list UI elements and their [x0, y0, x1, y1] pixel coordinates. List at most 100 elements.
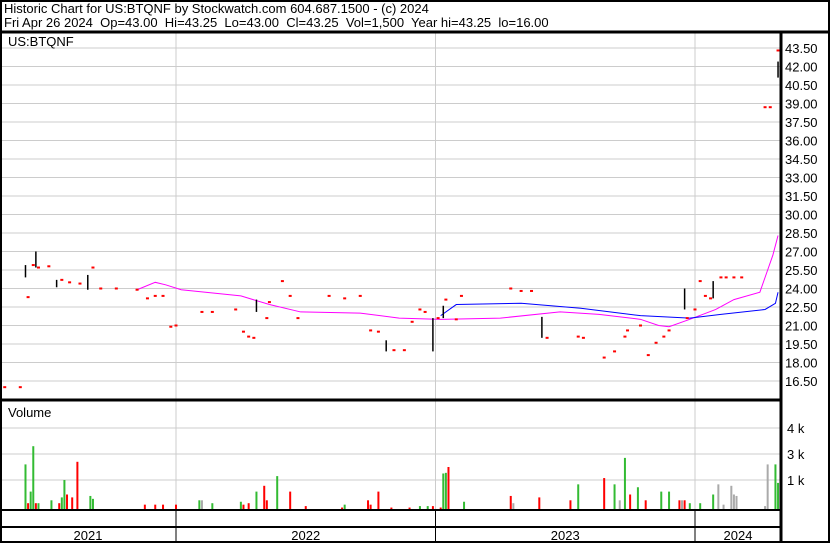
volume-bar [265, 500, 268, 509]
volume-bar [37, 503, 40, 509]
volume-bar [247, 503, 250, 509]
volume-bar [623, 457, 626, 509]
volume-bar [239, 501, 242, 509]
price-point [654, 341, 658, 344]
price-point [18, 386, 22, 389]
price-point [392, 349, 396, 352]
volume-bar [774, 464, 777, 509]
volume-bars [24, 446, 780, 509]
volume-bar [34, 503, 37, 509]
price-point [36, 266, 40, 269]
price-tick-label: 28.50 [785, 226, 818, 241]
price-point [545, 336, 549, 339]
volume-bar [732, 494, 735, 509]
price-marks [3, 49, 780, 389]
price-tick-label: 34.50 [785, 152, 818, 167]
volume-bar [390, 507, 393, 509]
volume-bar [681, 500, 684, 509]
volume-bar [175, 504, 177, 509]
volume-bar [418, 506, 421, 509]
price-point [740, 276, 744, 279]
volume-bar [699, 503, 702, 509]
year-tick-label: 2021 [74, 528, 103, 543]
volume-bar [717, 484, 720, 509]
price-point [47, 265, 51, 268]
volume-bar [603, 478, 606, 509]
volume-bar [644, 500, 647, 509]
price-point [296, 317, 300, 320]
volume-bar [66, 494, 69, 509]
price-point [530, 289, 534, 292]
volume-bar [24, 464, 27, 509]
volume-bar [660, 491, 663, 509]
price-point [267, 301, 271, 304]
price-volume-chart: 43.50 42.00 40.50 39.00 37.50 36.00 34.50 33.00… [0, 0, 830, 543]
volume-tick-label: 1 k [787, 473, 805, 488]
price-point [423, 310, 427, 313]
volume-bar [143, 504, 146, 509]
price-point [459, 294, 463, 297]
price-point [693, 308, 697, 311]
volume-bar [688, 503, 691, 509]
price-point [402, 349, 406, 352]
moving-average-short-line [136, 235, 779, 328]
volume-bar [735, 495, 738, 509]
price-point [265, 317, 269, 320]
price-point [91, 266, 95, 269]
volume-bar [668, 491, 671, 509]
price-tick-label: 33.00 [785, 171, 818, 186]
volume-bar [431, 506, 434, 509]
price-tick-label: 37.50 [785, 115, 818, 130]
volume-bar [764, 506, 767, 509]
price-point [369, 329, 373, 332]
price-point [200, 310, 204, 313]
price-point [667, 329, 671, 332]
price-point [343, 297, 347, 300]
symbol-label: US:BTQNF [8, 34, 74, 49]
price-point [241, 330, 245, 333]
price-tick-label: 39.00 [785, 97, 818, 112]
price-point [581, 336, 585, 339]
price-tick-label: 42.00 [785, 60, 818, 75]
price-point [31, 264, 35, 267]
price-point [724, 276, 728, 279]
price-point [763, 106, 767, 109]
volume-bar [447, 467, 450, 509]
price-point [626, 329, 630, 332]
price-tick-label: 40.50 [785, 78, 818, 93]
price-point [153, 294, 157, 297]
volume-bar [377, 491, 380, 509]
price-tick-label: 16.50 [785, 374, 818, 389]
price-point [376, 330, 380, 333]
price-point [135, 288, 139, 291]
price-point [99, 287, 103, 290]
price-point [703, 294, 707, 297]
moving-average-long-line [440, 292, 779, 319]
volume-bar [242, 504, 245, 509]
volume-bar [263, 485, 266, 509]
volume-bar [198, 500, 201, 509]
volume-bar [618, 500, 621, 509]
volume-bar [442, 473, 445, 509]
price-point [646, 354, 650, 357]
price-tick-label: 27.00 [785, 245, 818, 260]
price-point [174, 324, 178, 327]
year-tick-label: 2024 [724, 528, 753, 543]
volume-bar [27, 503, 30, 509]
price-tick-label: 43.50 [785, 41, 818, 56]
volume-bar [367, 500, 370, 509]
price-point [719, 276, 723, 279]
price-point [145, 297, 149, 300]
price-point [247, 335, 251, 338]
volume-bar [636, 487, 639, 509]
price-tick-label: 19.50 [785, 337, 818, 352]
price-point [418, 308, 422, 311]
price-point [60, 278, 64, 281]
price-tick-label: 31.50 [785, 189, 818, 204]
volume-bar [289, 491, 292, 509]
volume-bar [712, 494, 715, 509]
price-point [410, 320, 414, 323]
volume-bar [63, 480, 66, 509]
axes: 43.50 42.00 40.50 39.00 37.50 36.00 34.50 33.00… [74, 41, 818, 543]
volume-bar [58, 503, 61, 509]
